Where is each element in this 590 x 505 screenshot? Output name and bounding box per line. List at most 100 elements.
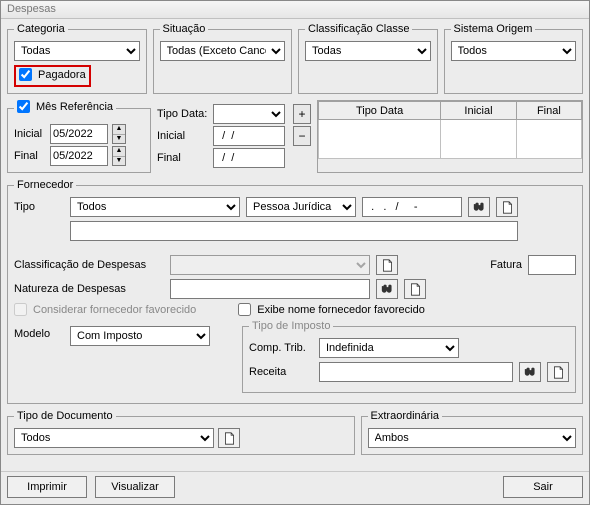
tipo-documento-legend: Tipo de Documento — [14, 410, 116, 422]
classe-combo[interactable]: Todas — [305, 41, 431, 61]
document-icon — [381, 259, 394, 272]
exibe-favorecido-checkbox[interactable] — [238, 303, 251, 316]
receita-new-button[interactable] — [547, 362, 569, 382]
mesref-final-label: Final — [14, 150, 46, 162]
grid-header-tipodata: Tipo Data — [319, 102, 441, 120]
sistema-combo[interactable]: Todos — [451, 41, 577, 61]
tipodata-combo[interactable] — [213, 104, 285, 124]
tipodata-grid[interactable]: Tipo Data Inicial Final — [318, 101, 582, 159]
tipo-documento-combo[interactable]: Todos — [14, 428, 214, 448]
spin-up-icon[interactable]: ▲ — [113, 125, 125, 135]
natureza-search-button[interactable] — [376, 279, 398, 299]
tipodata-final-label: Final — [157, 152, 209, 164]
sistema-group: Sistema Origem Todos — [444, 23, 584, 94]
row-mesref-tipodata: Mês Referência Inicial ▲ ▼ Final ▲ — [7, 100, 583, 173]
tipodata-col: Tipo Data: Inicial Final — [157, 100, 287, 173]
classif-despesas-combo — [170, 255, 370, 275]
mesref-inicial-spinner[interactable]: ▲ ▼ — [112, 124, 126, 144]
fornecedor-search-button[interactable] — [468, 197, 490, 217]
modelo-combo[interactable]: Com Imposto — [70, 326, 210, 346]
tipo-imposto-group: Tipo de Imposto Comp. Trib. Indefinida R… — [242, 320, 576, 393]
categoria-legend: Categoria — [14, 23, 68, 35]
mesref-legend-text: Mês Referência — [36, 101, 113, 113]
button-bar: Imprimir Visualizar Sair — [1, 471, 589, 504]
classif-despesas-new-button[interactable] — [376, 255, 398, 275]
tipo-documento-new-button[interactable] — [218, 428, 240, 448]
mesref-final-input[interactable] — [50, 146, 108, 166]
extraordinaria-legend: Extraordinária — [368, 410, 442, 422]
fornecedor-tipo-label: Tipo — [14, 201, 64, 213]
spin-down-icon[interactable]: ▼ — [113, 157, 125, 166]
tipodata-inicial-input[interactable] — [213, 126, 285, 146]
mesref-group: Mês Referência Inicial ▲ ▼ Final ▲ — [7, 100, 151, 173]
pagadora-checkbox-wrap[interactable]: Pagadora — [19, 68, 86, 81]
receita-label: Receita — [249, 366, 313, 378]
mesref-final-spinner[interactable]: ▲ ▼ — [112, 146, 126, 166]
window-title: Despesas — [1, 1, 589, 19]
situacao-combo[interactable]: Todas (Exceto Canceladas) — [160, 41, 286, 61]
tipodata-remove-button[interactable]: − — [293, 126, 311, 146]
tipodata-inicial-label: Inicial — [157, 130, 209, 142]
extraordinaria-combo[interactable]: Ambos — [368, 428, 576, 448]
exibe-favorecido-label: Exibe nome fornecedor favorecido — [257, 304, 425, 316]
pagadora-highlight: Pagadora — [14, 65, 91, 87]
binoculars-icon — [381, 283, 394, 296]
mesref-inicial-label: Inicial — [14, 128, 46, 140]
fornecedor-pessoa-combo[interactable]: Pessoa Jurídica — [246, 197, 356, 217]
considerar-favorecido-wrap: Considerar fornecedor favorecido — [14, 303, 196, 316]
spin-down-icon[interactable]: ▼ — [113, 135, 125, 144]
window: Despesas Categoria Todas Pagadora Situaç… — [0, 0, 590, 505]
classe-legend: Classificação Classe — [305, 23, 412, 35]
tipodata-grid-wrap: Tipo Data Inicial Final — [317, 100, 583, 173]
sistema-legend: Sistema Origem — [451, 23, 536, 35]
grid-header-final: Final — [516, 102, 581, 120]
tipodata-final-input[interactable] — [213, 148, 285, 168]
mesref-legend: Mês Referência — [14, 100, 116, 116]
fornecedor-cnpj-input[interactable] — [362, 197, 462, 217]
spin-up-icon[interactable]: ▲ — [113, 147, 125, 157]
document-icon — [223, 432, 236, 445]
fornecedor-legend: Fornecedor — [14, 179, 76, 191]
situacao-group: Situação Todas (Exceto Canceladas) — [153, 23, 293, 94]
window-body: Categoria Todas Pagadora Situação Todas … — [1, 19, 589, 471]
fornecedor-group: Fornecedor Tipo Todos Pessoa Jurídica — [7, 179, 583, 404]
tipodata-label: Tipo Data: — [157, 108, 209, 120]
mesref-inicial-input[interactable] — [50, 124, 108, 144]
document-icon — [409, 283, 422, 296]
exibe-favorecido-wrap[interactable]: Exibe nome fornecedor favorecido — [238, 303, 425, 316]
binoculars-icon — [524, 366, 537, 379]
natureza-new-button[interactable] — [404, 279, 426, 299]
fornecedor-tipo-combo[interactable]: Todos — [70, 197, 240, 217]
fornecedor-nome-input[interactable] — [70, 221, 518, 241]
table-row[interactable] — [319, 120, 582, 159]
grid-header-inicial: Inicial — [441, 102, 517, 120]
considerar-favorecido-checkbox — [14, 303, 27, 316]
imprimir-button[interactable]: Imprimir — [7, 476, 87, 498]
modelo-label: Modelo — [14, 328, 64, 340]
tipodata-add-button[interactable]: + — [293, 104, 311, 124]
sair-button[interactable]: Sair — [503, 476, 583, 498]
tipo-imposto-legend: Tipo de Imposto — [249, 320, 333, 332]
fatura-input[interactable] — [528, 255, 576, 275]
mesref-checkbox[interactable] — [17, 100, 30, 113]
mesref-check-wrap[interactable]: Mês Referência — [17, 100, 113, 113]
visualizar-button[interactable]: Visualizar — [95, 476, 175, 498]
document-icon — [501, 201, 514, 214]
categoria-combo[interactable]: Todas — [14, 41, 140, 61]
top-row: Categoria Todas Pagadora Situação Todas … — [7, 23, 583, 94]
receita-search-button[interactable] — [519, 362, 541, 382]
receita-input[interactable] — [319, 362, 513, 382]
considerar-favorecido-label: Considerar fornecedor favorecido — [33, 304, 196, 316]
binoculars-icon — [473, 201, 486, 214]
categoria-group: Categoria Todas Pagadora — [7, 23, 147, 94]
natureza-despesas-input[interactable] — [170, 279, 370, 299]
pagadora-checkbox[interactable] — [19, 68, 32, 81]
fatura-label: Fatura — [490, 259, 522, 271]
row-tipodoc-extra: Tipo de Documento Todos Extraordinária A… — [7, 410, 583, 455]
comp-trib-label: Comp. Trib. — [249, 342, 313, 354]
situacao-legend: Situação — [160, 23, 209, 35]
fornecedor-new-button[interactable] — [496, 197, 518, 217]
natureza-despesas-label: Natureza de Despesas — [14, 283, 164, 295]
comp-trib-combo[interactable]: Indefinida — [319, 338, 459, 358]
tipodata-buttons: + − — [293, 100, 311, 173]
